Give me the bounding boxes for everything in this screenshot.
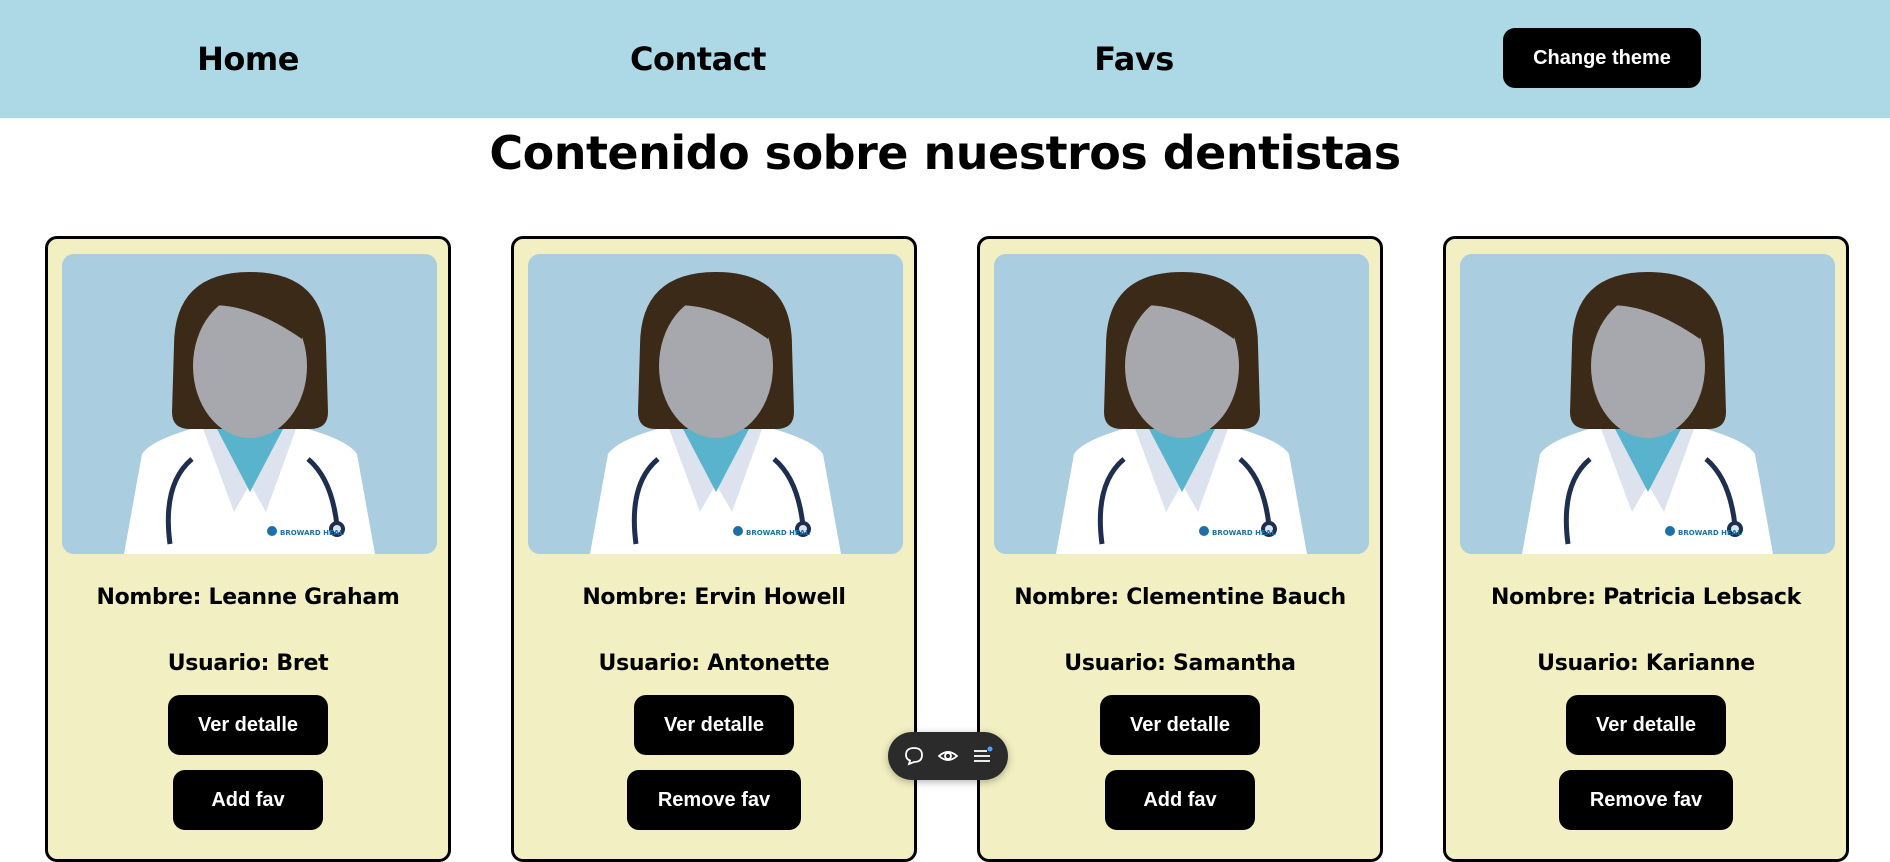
remove-fav-button[interactable]: Remove fav (627, 770, 801, 830)
comment-icon[interactable] (902, 744, 926, 768)
dentist-username: Usuario: Bret (167, 651, 329, 676)
dentist-card: BROWARD HEAL Nombre: Patricia Lebsack Us… (1443, 236, 1849, 862)
nav-contact-link[interactable]: Contact (578, 34, 818, 84)
navbar: Home Contact Favs Change theme (0, 0, 1890, 118)
badge-text: BROWARD HEAL (746, 529, 810, 537)
nav-favs-link[interactable]: Favs (1014, 34, 1254, 84)
dentist-card: BROWARD HEAL Nombre: Clementine Bauch Us… (977, 236, 1383, 862)
badge-text: BROWARD HEAL (1678, 529, 1742, 537)
dentist-avatar: BROWARD HEAL (528, 254, 903, 554)
page-title: Contenido sobre nuestros dentistas (489, 126, 1401, 180)
view-detail-button[interactable]: Ver detalle (168, 695, 328, 755)
dentist-avatar: BROWARD HEAL (1460, 254, 1835, 554)
dentist-name: Nombre: Patricia Lebsack (1491, 585, 1801, 610)
remove-fav-button[interactable]: Remove fav (1559, 770, 1733, 830)
add-fav-button[interactable]: Add fav (1105, 770, 1255, 830)
add-fav-button[interactable]: Add fav (173, 770, 323, 830)
view-detail-button[interactable]: Ver detalle (1100, 695, 1260, 755)
floating-toolbar (888, 732, 1008, 780)
menu-icon[interactable] (970, 744, 994, 768)
nav-home-link[interactable]: Home (128, 34, 368, 84)
view-detail-button[interactable]: Ver detalle (634, 695, 794, 755)
dentist-card: BROWARD HEAL Nombre: Ervin Howell Usuari… (511, 236, 917, 862)
dentist-username: Usuario: Karianne (1537, 651, 1755, 676)
dentist-card: BROWARD HEAL Nombre: Leanne Graham Usuar… (45, 236, 451, 862)
view-detail-button[interactable]: Ver detalle (1566, 695, 1726, 755)
dentist-avatar: BROWARD HEAL (994, 254, 1369, 554)
eye-icon[interactable] (936, 744, 960, 768)
dentist-avatar: BROWARD HEAL (62, 254, 437, 554)
badge-text: BROWARD HEAL (280, 529, 344, 537)
dentist-username: Usuario: Samantha (1064, 651, 1296, 676)
dentist-username: Usuario: Antonette (598, 651, 830, 676)
dentist-name: Nombre: Clementine Bauch (1014, 585, 1346, 610)
dentist-name: Nombre: Leanne Graham (96, 585, 400, 610)
change-theme-button[interactable]: Change theme (1503, 28, 1701, 88)
dentist-name: Nombre: Ervin Howell (582, 585, 846, 610)
badge-text: BROWARD HEAL (1212, 529, 1276, 537)
